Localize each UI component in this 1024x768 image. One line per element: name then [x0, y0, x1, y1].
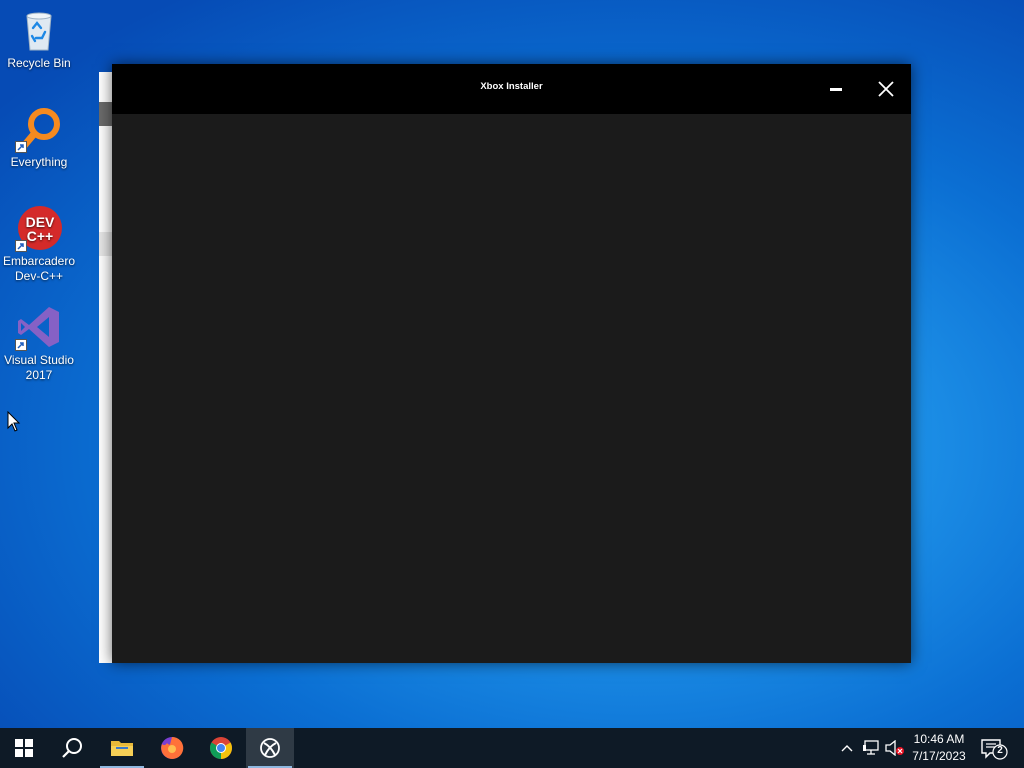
everything-label: Everything: [10, 155, 68, 169]
desktop-icon-recycle-bin[interactable]: Recycle Bin: [0, 6, 78, 71]
taskbar-clock[interactable]: 10:46 AM 7/17/2023: [906, 731, 972, 765]
visual-studio-icon: [15, 303, 63, 351]
clock-date: 7/17/2023: [912, 749, 966, 763]
firefox-icon: [161, 736, 184, 759]
devcpp-label-line1: Embarcadero: [2, 254, 76, 268]
devcpp-icon-text-2: C++: [27, 228, 53, 244]
desktop-icon-everything[interactable]: Everything: [0, 105, 78, 170]
notification-count: 2: [997, 745, 1003, 756]
window-title: Xbox Installer: [480, 81, 543, 92]
file-explorer-button[interactable]: [98, 728, 146, 768]
clock-time: 10:46 AM: [913, 732, 965, 746]
network-button[interactable]: [860, 738, 882, 758]
devcpp-label-line2: Dev-C++: [14, 269, 64, 283]
window-content: [112, 114, 911, 663]
start-button[interactable]: [0, 728, 48, 768]
action-center-button[interactable]: 2: [978, 736, 1008, 760]
desktop-icon-visual-studio[interactable]: Visual Studio 2017: [0, 303, 78, 383]
show-hidden-icons-button[interactable]: [838, 738, 856, 758]
devcpp-icon: DEV C++: [15, 204, 63, 252]
mouse-cursor-icon: [7, 410, 21, 438]
recycle-bin-icon: [15, 6, 63, 54]
network-icon: [863, 740, 879, 755]
minimize-button[interactable]: [824, 78, 848, 100]
taskbar: 10:46 AM 7/17/2023 2: [0, 728, 1024, 768]
visual-studio-label-line1: Visual Studio: [4, 353, 74, 367]
visual-studio-label-line2: 2017: [25, 368, 53, 382]
folder-icon: [111, 741, 133, 756]
volume-button[interactable]: [884, 738, 906, 758]
windows-logo-icon: [15, 739, 33, 757]
shortcut-arrow-icon: [15, 141, 27, 153]
search-icon: [62, 738, 82, 758]
xbox-icon: [260, 738, 280, 758]
search-button[interactable]: [48, 728, 96, 768]
xbox-button[interactable]: [246, 728, 294, 768]
background-window-strip: [99, 232, 113, 256]
everything-search-icon: [15, 105, 63, 153]
chrome-icon: [210, 737, 232, 759]
close-icon: [878, 81, 894, 97]
chevron-up-icon: [841, 745, 853, 752]
xbox-installer-window[interactable]: Xbox Installer: [112, 64, 911, 663]
minimize-icon: [830, 87, 842, 91]
desktop-icon-devcpp[interactable]: DEV C++ Embarcadero Dev-C++: [0, 204, 78, 284]
firefox-button[interactable]: [148, 728, 196, 768]
volume-muted-icon: [885, 740, 904, 756]
close-button[interactable]: [874, 78, 898, 100]
chrome-button[interactable]: [197, 728, 245, 768]
window-titlebar[interactable]: Xbox Installer: [112, 64, 911, 114]
background-window-strip: [99, 102, 113, 126]
shortcut-arrow-icon: [15, 240, 27, 252]
shortcut-arrow-icon: [15, 339, 27, 351]
recycle-bin-label: Recycle Bin: [7, 56, 71, 70]
